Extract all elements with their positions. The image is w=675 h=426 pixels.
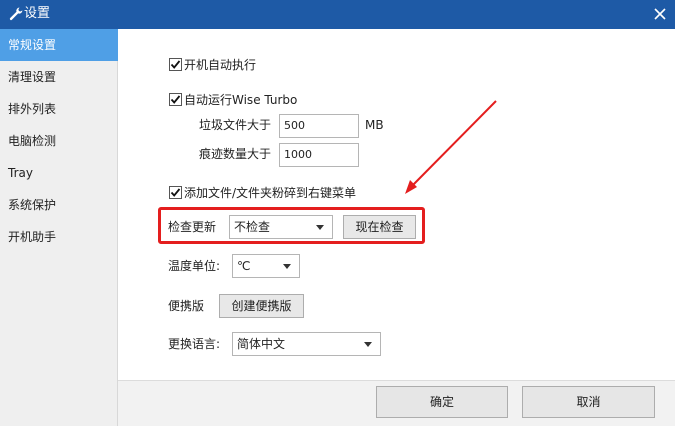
sidebar-item-tray[interactable]: Tray: [0, 157, 118, 189]
highlight-box: [158, 207, 425, 244]
sidebar: 常规设置 清理设置 排外列表 电脑检测 Tray 系统保护 开机助手: [0, 29, 118, 426]
chevron-down-icon: [283, 264, 291, 269]
window-title: 设置: [24, 6, 51, 21]
startup-label: 开机自动执行: [184, 58, 257, 72]
sidebar-item-clean[interactable]: 清理设置: [0, 61, 118, 93]
wise-turbo-label: 自动运行Wise Turbo: [184, 93, 298, 107]
create-portable-button[interactable]: 创建便携版: [219, 294, 304, 318]
cancel-button[interactable]: 取消: [522, 386, 655, 418]
temperature-unit-value: ℃: [237, 259, 251, 273]
sidebar-item-exclusions[interactable]: 排外列表: [0, 93, 118, 125]
junk-size-input[interactable]: 500: [279, 114, 359, 138]
portable-label: 便携版: [168, 299, 205, 313]
language-value: 简体中文: [237, 337, 286, 351]
junk-size-unit: MB: [365, 118, 384, 132]
sidebar-item-startup-helper[interactable]: 开机助手: [0, 221, 118, 253]
chevron-down-icon: [364, 342, 372, 347]
sidebar-item-pc-check[interactable]: 电脑检测: [0, 125, 118, 157]
annotation-arrow-icon: [405, 100, 497, 194]
trace-count-input[interactable]: 1000: [279, 143, 359, 167]
language-label: 更换语言:: [168, 337, 221, 351]
junk-size-label: 垃圾文件大于: [199, 118, 272, 132]
sidebar-item-system-protection[interactable]: 系统保护: [0, 189, 118, 221]
wise-turbo-checkbox[interactable]: [169, 93, 182, 106]
language-select[interactable]: 简体中文: [232, 332, 381, 356]
startup-checkbox[interactable]: [169, 58, 182, 71]
context-menu-checkbox[interactable]: [169, 186, 182, 199]
sidebar-item-general[interactable]: 常规设置: [0, 29, 118, 61]
wrench-icon: [8, 6, 24, 22]
trace-count-label: 痕迹数量大于: [199, 147, 272, 161]
close-icon[interactable]: [649, 3, 671, 25]
context-menu-label: 添加文件/文件夹粉碎到右键菜单: [184, 186, 357, 200]
settings-panel: [118, 29, 675, 380]
ok-button[interactable]: 确定: [376, 386, 508, 418]
temperature-unit-select[interactable]: ℃: [232, 254, 300, 278]
title-bar: 设置: [0, 0, 675, 29]
temperature-label: 温度单位:: [168, 259, 221, 273]
